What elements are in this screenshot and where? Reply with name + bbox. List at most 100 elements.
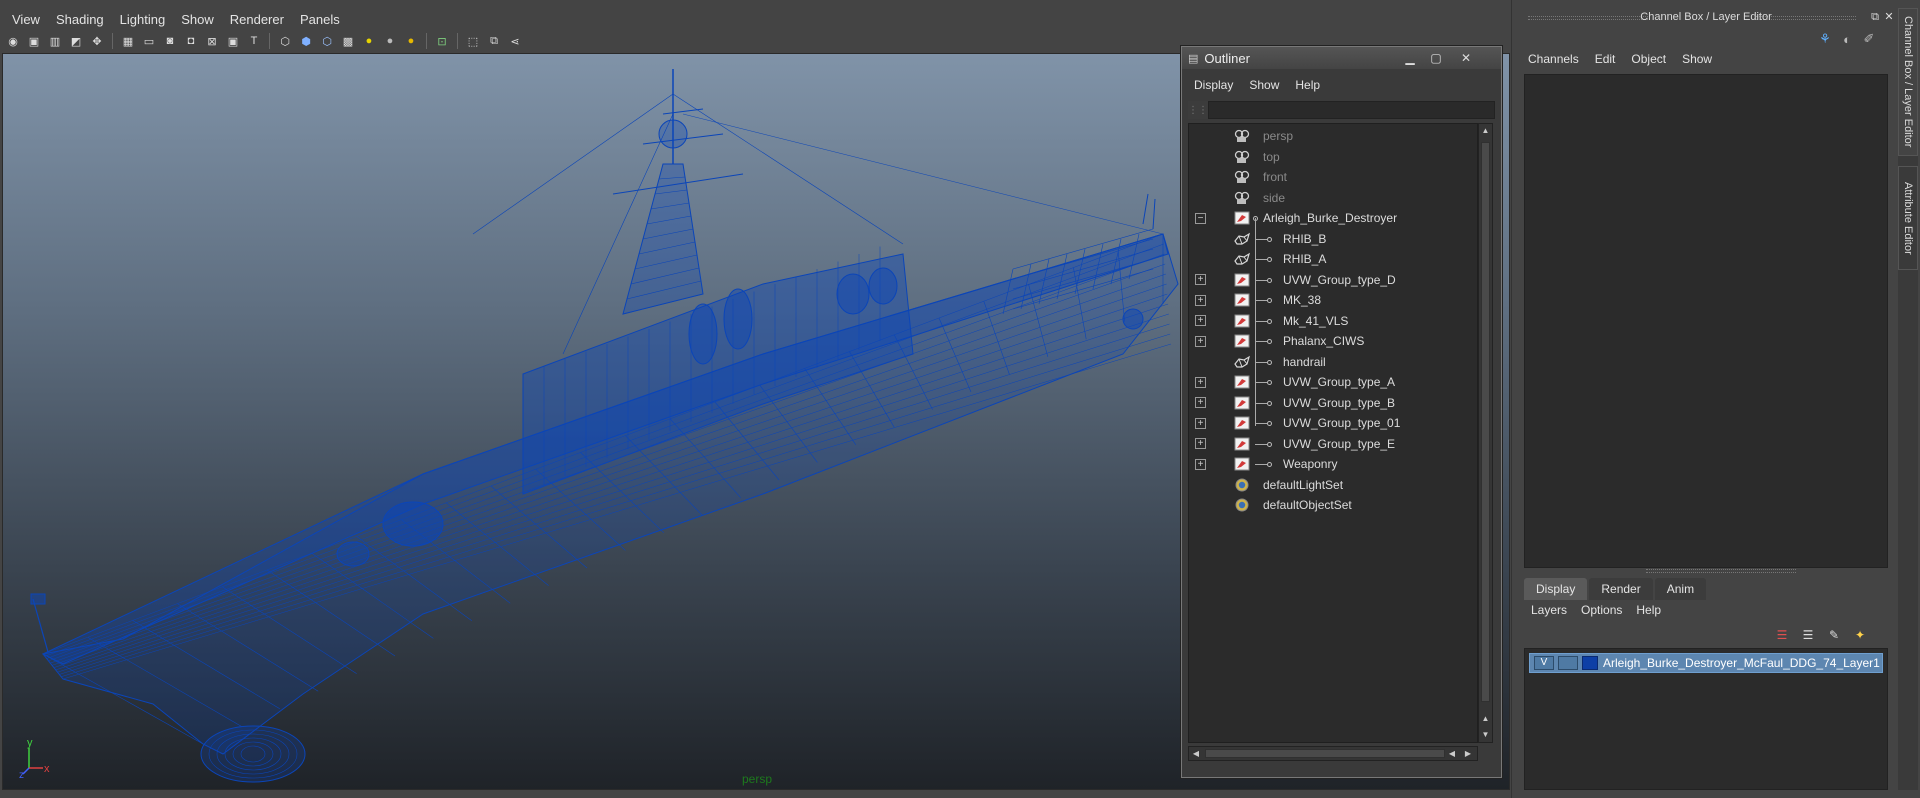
outliner-menu-show[interactable]: Show	[1241, 78, 1287, 92]
image-plane-icon[interactable]: ◩	[67, 32, 85, 50]
expand-icon[interactable]: +	[1195, 315, 1206, 327]
menu-edit[interactable]: Edit	[1587, 52, 1624, 66]
collapse-icon[interactable]: −	[1195, 212, 1206, 224]
outliner-item[interactable]: front	[1189, 167, 1477, 188]
gate-mask-icon[interactable]: ◘	[182, 32, 200, 50]
2d-pan-zoom-icon[interactable]: ✥	[88, 32, 106, 50]
menu-layers[interactable]: Layers	[1524, 603, 1574, 617]
safe-action-icon[interactable]: ▣	[224, 32, 242, 50]
menu-view[interactable]: View	[4, 10, 48, 30]
manipulator-icon[interactable]: ⚘	[1816, 30, 1834, 48]
outliner-item[interactable]: top	[1189, 147, 1477, 168]
outliner-item[interactable]: persp	[1189, 126, 1477, 147]
all-lights-icon[interactable]: ●	[402, 32, 420, 50]
outliner-item[interactable]: side	[1189, 188, 1477, 209]
field-chart-icon[interactable]: ⊠	[203, 32, 221, 50]
shadows-icon[interactable]: ●	[381, 32, 399, 50]
pane-splitter[interactable]	[1646, 569, 1796, 573]
outliner-search-input[interactable]	[1208, 101, 1495, 119]
default-lighting-icon[interactable]: ●	[360, 32, 378, 50]
wireframe-icon[interactable]: ⬡	[276, 32, 294, 50]
close-icon[interactable]: ✕	[1882, 10, 1896, 24]
delete-layer-icon[interactable]: ☰	[1772, 625, 1792, 645]
expand-icon[interactable]: +	[1195, 294, 1206, 306]
speed-icon[interactable]: ◐	[1838, 30, 1856, 48]
outliner-item[interactable]: + Weaponry	[1189, 454, 1477, 475]
menu-channels[interactable]: Channels	[1520, 52, 1587, 66]
select-camera-icon[interactable]: ◉	[4, 32, 22, 50]
menu-renderer[interactable]: Renderer	[222, 10, 292, 30]
scroll-left-icon[interactable]: ◀	[1189, 747, 1203, 760]
expand-icon[interactable]: +	[1195, 458, 1206, 470]
outliner-tree[interactable]: persp top front side − Arleigh_Burke_Destroye…	[1188, 123, 1478, 743]
outliner-item[interactable]: + Mk_41_VLS	[1189, 311, 1477, 332]
safe-title-icon[interactable]: T	[245, 32, 263, 50]
new-layer-icon[interactable]: ✎	[1824, 625, 1844, 645]
scroll-up-icon[interactable]: ▲	[1479, 712, 1492, 726]
share-icon[interactable]: ⋖	[506, 32, 524, 50]
layer-color-swatch[interactable]	[1582, 656, 1598, 670]
resolution-gate-icon[interactable]: ◙	[161, 32, 179, 50]
float-icon[interactable]: ⧉	[1868, 10, 1882, 24]
menu-show[interactable]: Show	[173, 10, 222, 30]
layer-row[interactable]: V Arleigh_Burke_Destroyer_McFaul_DDG_74_…	[1529, 653, 1883, 673]
grid-icon[interactable]: ▦	[119, 32, 137, 50]
film-gate-icon[interactable]: ▭	[140, 32, 158, 50]
outliner-item[interactable]: + UVW_Group_type_D	[1189, 270, 1477, 291]
outliner-item[interactable]: + UVW_Group_type_A	[1189, 372, 1477, 393]
outliner-titlebar[interactable]: ▤ Outliner ▁ ▢ ✕	[1182, 47, 1501, 69]
tab-anim[interactable]: Anim	[1654, 578, 1707, 600]
tab-display[interactable]: Display	[1524, 578, 1588, 600]
menu-panels[interactable]: Panels	[292, 10, 348, 30]
x-ray-icon[interactable]: ⬚	[464, 32, 482, 50]
outliner-vertical-scrollbar[interactable]: ▲ ▲ ▼	[1478, 123, 1493, 743]
scroll-thumb[interactable]	[1205, 749, 1445, 758]
textured-icon[interactable]: ▩	[339, 32, 357, 50]
outliner-item[interactable]: defaultObjectSet	[1189, 495, 1477, 516]
outliner-item[interactable]: + UVW_Group_type_B	[1189, 393, 1477, 414]
expand-icon[interactable]: +	[1195, 335, 1206, 347]
expand-icon[interactable]: +	[1195, 397, 1206, 409]
menu-object[interactable]: Object	[1623, 52, 1674, 66]
outliner-item[interactable]: − Arleigh_Burke_Destroyer	[1189, 208, 1477, 229]
camera-attributes-icon[interactable]: ▣	[25, 32, 43, 50]
layer-stack-icon[interactable]: ☰	[1798, 625, 1818, 645]
menu-options[interactable]: Options	[1574, 603, 1629, 617]
scroll-left-icon[interactable]: ◀	[1445, 747, 1459, 760]
outliner-menu-help[interactable]: Help	[1287, 78, 1328, 92]
menu-help[interactable]: Help	[1629, 603, 1668, 617]
scroll-thumb[interactable]	[1481, 142, 1490, 702]
tab-render[interactable]: Render	[1589, 578, 1653, 600]
bookmarks-icon[interactable]: ▥	[46, 32, 64, 50]
layer-type-toggle[interactable]	[1558, 656, 1578, 670]
outliner-item[interactable]: + UVW_Group_type_01	[1189, 413, 1477, 434]
layer-visibility-toggle[interactable]: V	[1534, 656, 1554, 670]
tab-channel-box-layer-editor[interactable]: Channel Box / Layer Editor	[1898, 8, 1918, 156]
maximize-icon[interactable]: ▢	[1424, 50, 1448, 66]
menu-lighting[interactable]: Lighting	[112, 10, 174, 30]
outliner-item[interactable]: RHIB_B	[1189, 229, 1477, 250]
outliner-item[interactable]: handrail	[1189, 352, 1477, 373]
scroll-down-icon[interactable]: ▼	[1479, 728, 1492, 742]
outliner-item[interactable]: + Phalanx_CIWS	[1189, 331, 1477, 352]
channel-list-area[interactable]	[1524, 74, 1888, 568]
outliner-menu-display[interactable]: Display	[1186, 78, 1241, 92]
tab-attribute-editor[interactable]: Attribute Editor	[1898, 166, 1918, 270]
expand-icon[interactable]: +	[1195, 438, 1206, 450]
expand-icon[interactable]: +	[1195, 417, 1206, 429]
outliner-item[interactable]: RHIB_A	[1189, 249, 1477, 270]
scroll-right-icon[interactable]: ▶	[1461, 747, 1475, 760]
x-ray-joints-icon[interactable]: ⧉	[485, 32, 503, 50]
outliner-item[interactable]: + MK_38	[1189, 290, 1477, 311]
outliner-item[interactable]: defaultLightSet	[1189, 475, 1477, 496]
close-icon[interactable]: ✕	[1454, 50, 1478, 66]
filter-handle-icon[interactable]: ⋮⋮	[1188, 101, 1208, 119]
smooth-shade-icon[interactable]: ⬢	[297, 32, 315, 50]
expand-icon[interactable]: +	[1195, 376, 1206, 388]
outliner-horizontal-scrollbar[interactable]: ◀ ◀ ▶	[1188, 746, 1478, 761]
pick-icon[interactable]: ✐	[1860, 30, 1878, 48]
minimize-icon[interactable]: ▁	[1398, 50, 1422, 66]
menu-shading[interactable]: Shading	[48, 10, 112, 30]
expand-icon[interactable]: +	[1195, 274, 1206, 286]
isolate-select-icon[interactable]: ⊡	[433, 32, 451, 50]
